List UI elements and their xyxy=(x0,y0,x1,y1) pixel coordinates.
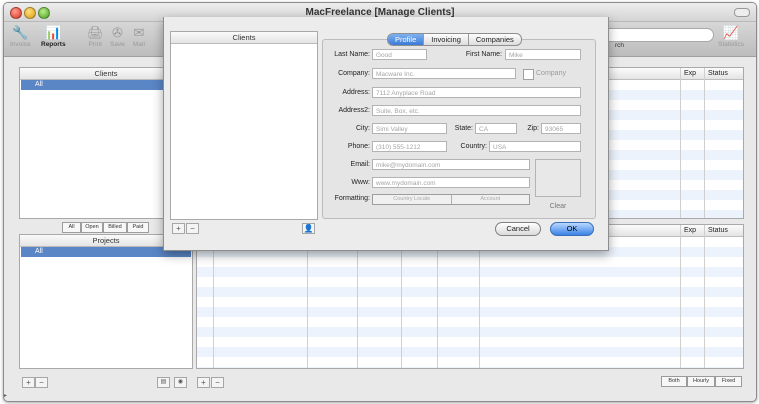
mail-icon: ✉ xyxy=(133,25,145,40)
zip-label: Zip: xyxy=(527,125,539,132)
resize-arrow-icon[interactable]: ▸ xyxy=(4,392,7,399)
zip-field[interactable]: 93065 xyxy=(541,123,581,134)
sync-icon[interactable]: ◉ xyxy=(174,377,187,388)
first-name-label: First Name: xyxy=(465,51,502,58)
status-column-header[interactable]: Status xyxy=(708,68,728,79)
rate-fixed-button[interactable]: Fixed xyxy=(715,376,742,387)
save-icon: ✇ xyxy=(111,25,123,40)
state-field[interactable]: CA xyxy=(475,123,517,134)
company-field[interactable]: Macware Inc. xyxy=(372,68,516,79)
tab-invoicing[interactable]: Invoicing xyxy=(424,34,469,45)
statistics-icon: 📈 xyxy=(722,25,740,40)
exp-column-header[interactable]: Exp xyxy=(684,225,696,236)
wrench-icon: 🔧 xyxy=(12,25,29,40)
filter-all-button[interactable]: All xyxy=(62,222,81,233)
save-toolbar-button[interactable]: ✇ Save xyxy=(110,24,125,48)
statistics-toolbar-button[interactable]: 📈 Statistics xyxy=(718,24,744,48)
add-entry-button[interactable]: + xyxy=(197,377,210,388)
ok-button[interactable]: OK xyxy=(550,222,594,236)
remove-project-button[interactable]: − xyxy=(35,377,48,388)
remove-entry-button[interactable]: − xyxy=(211,377,224,388)
add-client-button[interactable]: + xyxy=(172,223,185,234)
formatting-label: Formatting: xyxy=(334,195,370,202)
country-field[interactable]: USA xyxy=(489,141,581,152)
last-name-field[interactable]: Good xyxy=(372,49,427,60)
bar-chart-icon: 📊 xyxy=(45,25,62,40)
sheet-clients-header: Clients xyxy=(171,32,317,44)
tab-profile[interactable]: Profile xyxy=(388,34,425,45)
person-icon[interactable]: 👤 xyxy=(302,223,315,234)
sheet-tabs: Profile Invoicing Companies xyxy=(387,33,522,46)
add-project-button[interactable]: + xyxy=(22,377,35,388)
www-field[interactable]: www.mydomain.com xyxy=(372,177,530,188)
printer-icon: 🖨 xyxy=(87,25,104,40)
toolbar-toggle-button[interactable] xyxy=(734,8,750,17)
email-label: Email: xyxy=(350,161,370,168)
rate-both-button[interactable]: Both xyxy=(661,376,687,387)
city-field[interactable]: Simi Valley xyxy=(372,123,447,134)
mail-toolbar-button[interactable]: ✉ Mail xyxy=(133,24,145,48)
projects-panel: Projects All xyxy=(19,234,193,369)
remove-client-button[interactable]: − xyxy=(186,223,199,234)
reports-toolbar-button[interactable]: 📊 Reports xyxy=(41,24,66,48)
address-label: Address: xyxy=(342,89,370,96)
manage-clients-sheet: Clients + − 👤 Last Name: Good First Name… xyxy=(163,17,609,251)
state-label: State: xyxy=(454,125,473,132)
last-name-label: Last Name: xyxy=(334,51,370,58)
clear-photo-button[interactable]: Clear xyxy=(536,203,580,210)
formatting-segmented-control: Country Locale Account xyxy=(372,194,530,205)
filter-open-button[interactable]: Open xyxy=(81,222,103,233)
company-checkbox-label: Company xyxy=(536,70,566,77)
filter-paid-button[interactable]: Paid xyxy=(127,222,149,233)
status-column-header[interactable]: Status xyxy=(708,225,728,236)
phone-label: Phone: xyxy=(347,143,370,150)
sheet-clients-list[interactable]: Clients xyxy=(170,31,318,220)
tab-companies[interactable]: Companies xyxy=(469,34,521,45)
cancel-button[interactable]: Cancel xyxy=(495,222,541,236)
exp-column-header[interactable]: Exp xyxy=(684,68,696,79)
formatting-account-option[interactable]: Account xyxy=(452,195,530,204)
rate-hourly-button[interactable]: Hourly xyxy=(687,376,715,387)
formatting-country-locale-option[interactable]: Country Locale xyxy=(373,195,452,204)
first-name-field[interactable]: Mike xyxy=(505,49,581,60)
email-field[interactable]: mike@mydomain.com xyxy=(372,159,530,170)
www-label: Www: xyxy=(351,179,370,186)
search-label: rch xyxy=(615,42,625,49)
country-label: Country: xyxy=(460,143,487,150)
photo-well[interactable] xyxy=(535,159,581,197)
company-checkbox[interactable] xyxy=(523,69,534,80)
invoice-toolbar-button[interactable]: 🔧 Invoice xyxy=(10,24,31,48)
city-label: City: xyxy=(356,125,370,132)
address-field[interactable]: 7112 Anyplace Road xyxy=(372,87,581,98)
address2-field[interactable]: Suite, Box, etc. xyxy=(372,105,581,116)
archive-icon[interactable]: ▤ xyxy=(157,377,170,388)
filter-billed-button[interactable]: Billed xyxy=(103,222,127,233)
phone-field[interactable]: (310) 555-1212 xyxy=(372,141,447,152)
profile-box: Last Name: Good First Name: Mike Company… xyxy=(322,39,596,219)
print-toolbar-button[interactable]: 🖨 Print xyxy=(87,24,104,48)
address2-label: Address2: xyxy=(338,107,370,114)
company-label: Company: xyxy=(338,70,370,77)
search-field[interactable] xyxy=(602,28,714,42)
